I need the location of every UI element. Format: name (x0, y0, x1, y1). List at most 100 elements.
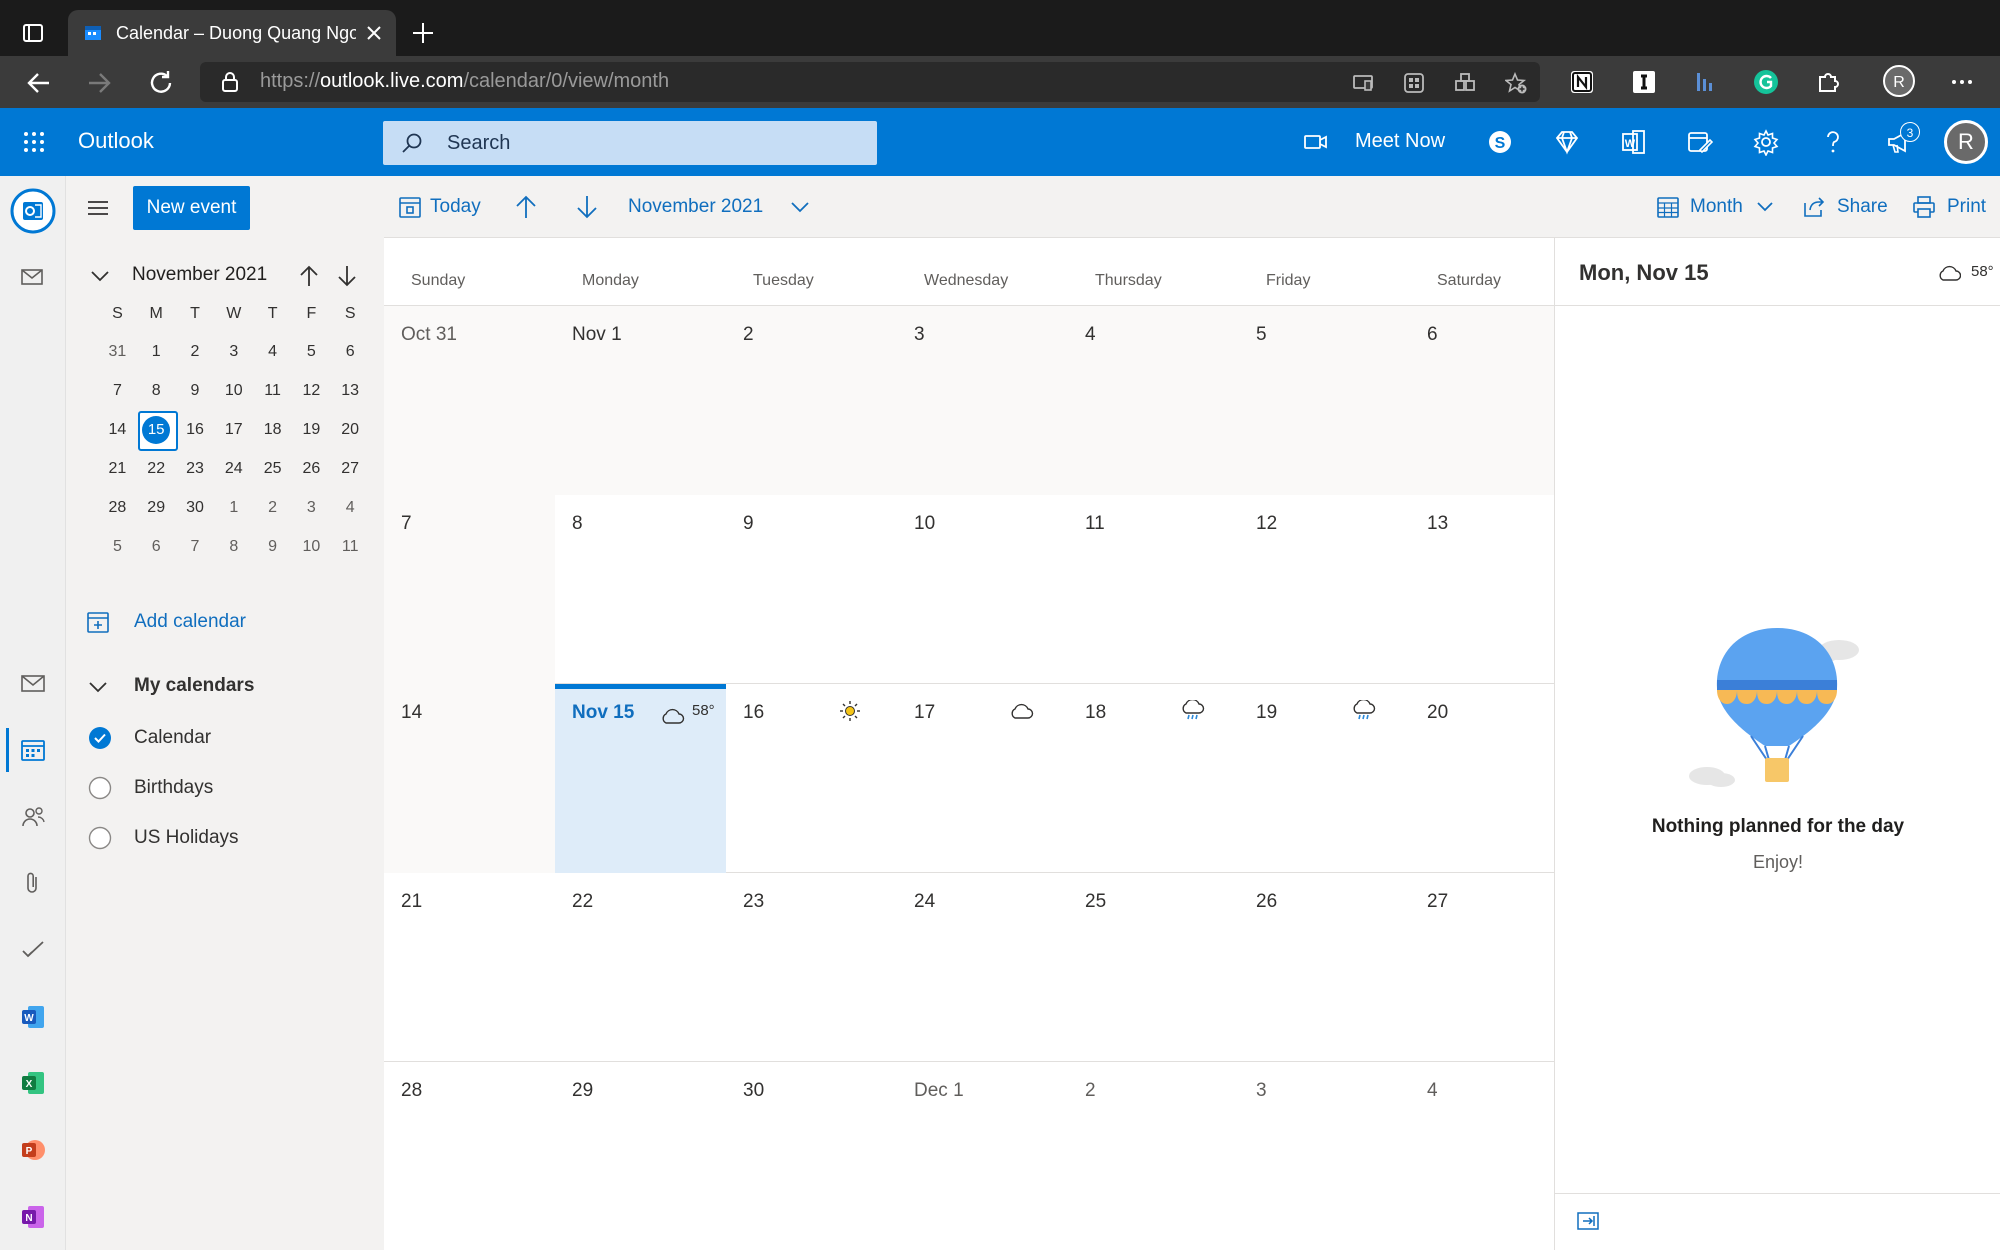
hamburger-menu-icon[interactable] (86, 198, 110, 218)
cast-icon[interactable] (1352, 72, 1374, 94)
day-cell[interactable]: 25 (1068, 873, 1239, 1062)
day-cell[interactable]: 6 (1410, 306, 1554, 495)
mini-day-cell[interactable]: 3 (214, 332, 253, 371)
apps-icon[interactable] (1403, 72, 1425, 94)
mini-day-cell[interactable]: 11 (253, 371, 292, 410)
mini-day-cell[interactable]: 1 (214, 488, 253, 527)
onenote-icon[interactable]: N (20, 1204, 46, 1230)
back-icon[interactable] (24, 68, 54, 98)
day-cell[interactable]: 11 (1068, 495, 1239, 684)
search-input[interactable]: Search (383, 121, 877, 165)
add-favorite-icon[interactable] (1505, 72, 1527, 94)
day-cell[interactable]: 3 (1239, 1062, 1410, 1250)
mini-day-cell[interactable]: 3 (292, 488, 331, 527)
mini-day-cell[interactable]: 4 (331, 488, 370, 527)
mini-day-cell[interactable]: 8 (137, 371, 176, 410)
day-pane-title[interactable]: Mon, Nov 15 (1579, 260, 1709, 286)
collapse-pane-icon[interactable] (1577, 1212, 1599, 1230)
outlook-logo-icon[interactable] (10, 188, 56, 234)
unchecked-circle-icon[interactable] (88, 826, 112, 850)
mini-day-cell[interactable]: 18 (253, 410, 292, 449)
mini-day-cell[interactable]: 6 (331, 332, 370, 371)
mini-day-cell[interactable]: 19 (292, 410, 331, 449)
skype-icon[interactable]: S (1486, 128, 1514, 156)
mini-day-cell[interactable]: 31 (98, 332, 137, 371)
calendar-item-calendar[interactable]: Calendar (86, 723, 366, 753)
day-cell[interactable]: 14 (384, 684, 555, 873)
day-cell[interactable]: 2 (1068, 1062, 1239, 1250)
mini-day-cell[interactable]: 5 (98, 527, 137, 566)
mini-day-cell[interactable]: 12 (292, 371, 331, 410)
people-icon[interactable] (20, 804, 46, 830)
mini-day-cell[interactable]: 4 (253, 332, 292, 371)
day-cell[interactable]: 16 (726, 684, 897, 873)
day-cell[interactable]: 13 (1410, 495, 1554, 684)
mini-day-cell[interactable]: 1 (137, 332, 176, 371)
previous-month-arrow-icon[interactable] (298, 264, 320, 288)
mini-day-cell[interactable]: 14 (98, 410, 137, 449)
bar-chart-extension-icon[interactable] (1690, 68, 1718, 96)
mini-month-title[interactable]: November 2021 (132, 264, 267, 286)
browser-tab-active[interactable]: Calendar – Duong Quang Ngoc (68, 10, 396, 56)
mini-day-cell[interactable]: 20 (331, 410, 370, 449)
word-icon[interactable]: W (20, 1004, 46, 1030)
mini-day-cell[interactable]: 9 (176, 371, 215, 410)
powerpoint-icon[interactable]: P (20, 1137, 46, 1163)
day-cell[interactable]: 27 (1410, 873, 1554, 1062)
app-launcher-icon[interactable] (22, 130, 46, 154)
mini-day-cell[interactable]: 6 (137, 527, 176, 566)
calendar-icon[interactable] (20, 737, 46, 763)
day-cell[interactable]: 20 (1410, 684, 1554, 873)
mini-day-cell[interactable]: 22 (137, 449, 176, 488)
new-mail-icon[interactable] (20, 264, 46, 290)
address-bar[interactable]: https://outlook.live.com/calendar/0/view… (200, 62, 1540, 102)
previous-period-arrow-icon[interactable] (514, 194, 538, 222)
grammarly-icon[interactable] (1752, 68, 1780, 96)
mini-day-cell[interactable]: 16 (176, 410, 215, 449)
mini-day-cell[interactable]: 24 (214, 449, 253, 488)
day-cell[interactable]: 19 (1239, 684, 1410, 873)
forward-icon[interactable] (84, 68, 114, 98)
mini-day-cell[interactable]: 29 (137, 488, 176, 527)
day-cell[interactable]: 9 (726, 495, 897, 684)
day-cell[interactable]: 28 (384, 1062, 555, 1250)
mini-day-cell[interactable]: 17 (214, 410, 253, 449)
excel-icon[interactable]: X (20, 1070, 46, 1096)
calendar-item-us-holidays[interactable]: US Holidays (86, 823, 366, 853)
day-cell[interactable]: 5 (1239, 306, 1410, 495)
mini-day-cell[interactable]: 10 (214, 371, 253, 410)
mini-day-cell[interactable]: 2 (253, 488, 292, 527)
my-day-icon[interactable] (1686, 128, 1714, 156)
mini-day-cell[interactable]: 21 (98, 449, 137, 488)
day-cell[interactable]: 4 (1068, 306, 1239, 495)
settings-gear-icon[interactable] (1752, 128, 1780, 156)
new-tab-icon[interactable] (410, 20, 436, 46)
lock-icon[interactable] (220, 71, 240, 93)
extensions-grid-icon[interactable] (1454, 72, 1476, 94)
day-cell[interactable]: 2 (726, 306, 897, 495)
mini-day-cell[interactable]: 10 (292, 527, 331, 566)
mini-day-cell[interactable]: 9 (253, 527, 292, 566)
tab-close-icon[interactable] (364, 23, 384, 43)
mail-icon[interactable] (20, 670, 46, 696)
extensions-puzzle-icon[interactable] (1814, 68, 1842, 96)
mini-day-cell[interactable]: 8 (214, 527, 253, 566)
day-cell[interactable]: 29 (555, 1062, 726, 1250)
mini-day-cell[interactable]: 30 (176, 488, 215, 527)
unchecked-circle-icon[interactable] (88, 776, 112, 800)
new-event-button[interactable]: New event (133, 186, 250, 230)
mini-day-cell[interactable]: 27 (331, 449, 370, 488)
day-cell[interactable]: 24 (897, 873, 1068, 1062)
mini-day-cell[interactable]: 28 (98, 488, 137, 527)
day-cell[interactable]: 3 (897, 306, 1068, 495)
day-cell[interactable]: 18 (1068, 684, 1239, 873)
calendar-item-birthdays[interactable]: Birthdays (86, 773, 366, 803)
mini-day-cell[interactable]: 23 (176, 449, 215, 488)
day-cell[interactable]: Dec 1 (897, 1062, 1068, 1250)
to-do-icon[interactable] (20, 937, 46, 963)
day-cell[interactable]: 30 (726, 1062, 897, 1250)
notion-icon[interactable] (1568, 68, 1596, 96)
mini-day-cell[interactable]: 7 (176, 527, 215, 566)
tab-actions-icon[interactable] (20, 20, 46, 46)
mini-day-cell[interactable]: 11 (331, 527, 370, 566)
